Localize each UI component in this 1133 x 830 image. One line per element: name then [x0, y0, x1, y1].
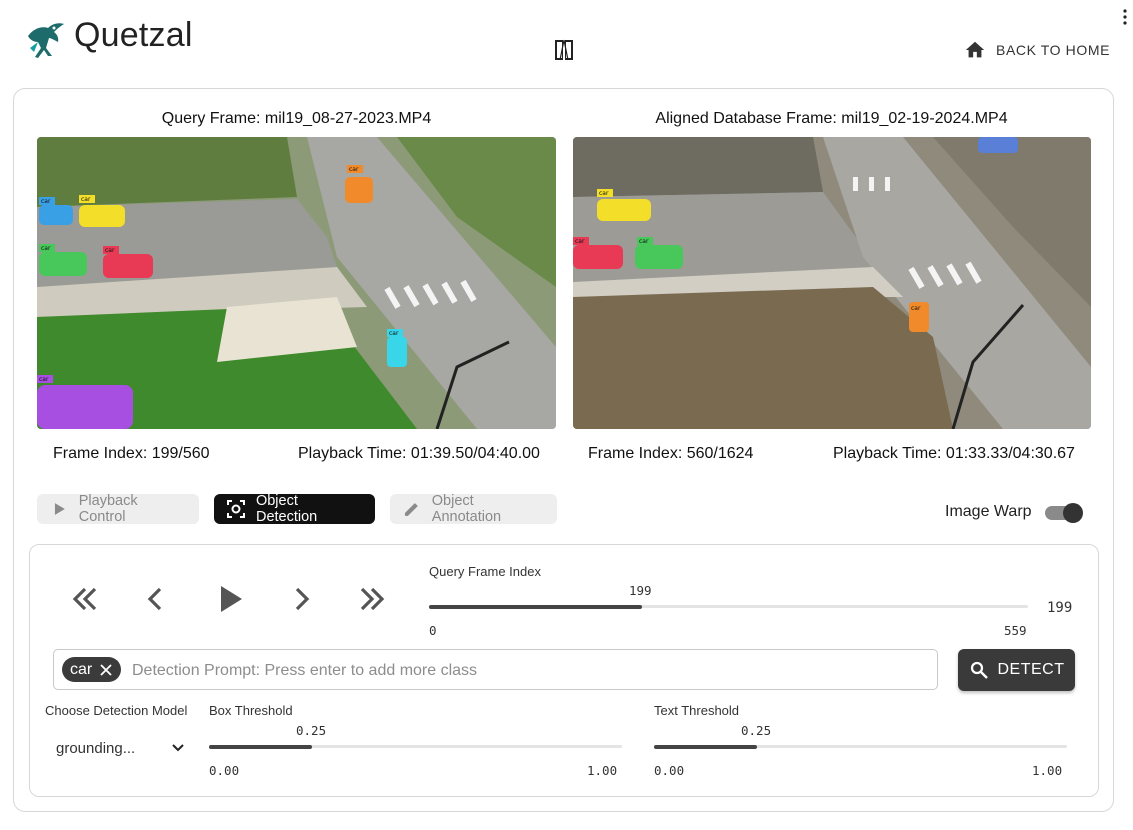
- fast-forward-button[interactable]: [354, 581, 390, 617]
- object-annotation-button[interactable]: Object Annotation: [390, 493, 557, 525]
- home-icon: [965, 41, 985, 58]
- det-label-q2: car: [81, 196, 91, 203]
- previous-frame-button[interactable]: [138, 581, 174, 617]
- class-chip-car[interactable]: car: [62, 657, 122, 682]
- detection-prompt-input[interactable]: [130, 650, 924, 691]
- play-button[interactable]: [212, 581, 248, 617]
- text-threshold-label: Text Threshold: [654, 703, 740, 718]
- query-frame-title: Query Frame: mil19_08-27-2023.MP4: [161, 110, 432, 127]
- image-warp-label: Image Warp: [945, 503, 1032, 520]
- query-car-cyan: [387, 337, 407, 367]
- query-car-yellow: [79, 205, 125, 227]
- center-focus-icon: [226, 500, 245, 518]
- quetzal-logo: [24, 18, 68, 60]
- query-playback-time: Playback Time: 01:39.50/04:40.00: [298, 445, 540, 462]
- det-label-q5: car: [349, 166, 359, 173]
- chevron-down-icon: [172, 744, 184, 752]
- database-frame-title: Aligned Database Frame: mil19_02-19-2024…: [655, 110, 1008, 127]
- query-frame-index: Frame Index: 199/560: [53, 445, 210, 462]
- box-threshold-fill[interactable]: [209, 745, 312, 749]
- model-label: Choose Detection Model: [45, 703, 188, 718]
- detection-prompt-field[interactable]: car: [53, 649, 938, 691]
- object-annotation-label: Object Annotation: [431, 493, 502, 525]
- back-to-home-label: BACK TO HOME: [996, 42, 1111, 58]
- fast-rewind-button[interactable]: [67, 581, 103, 617]
- next-frame-button[interactable]: [283, 581, 319, 617]
- play-arrow-icon: [221, 586, 242, 612]
- search-icon: [970, 661, 988, 679]
- swap-frames-icon[interactable]: [552, 38, 576, 62]
- det-label-q1: car: [41, 198, 51, 205]
- play-icon: [54, 503, 65, 515]
- query-car-red: [103, 254, 153, 278]
- box-threshold-min: 0.00: [209, 763, 240, 778]
- back-to-home-button[interactable]: BACK TO HOME: [964, 38, 1110, 62]
- text-threshold-min: 0.00: [654, 763, 685, 778]
- query-car-purple: [37, 385, 133, 429]
- database-frame-image: car car car car: [573, 137, 1091, 429]
- app-title: Quetzal: [74, 16, 193, 54]
- det-label-q7: car: [39, 376, 49, 383]
- query-frame-image: car car car car car car car: [37, 137, 556, 429]
- det-label-q4: car: [105, 247, 115, 254]
- frame-slider-max: 559: [1004, 623, 1027, 638]
- chevron-right-icon: [295, 587, 310, 611]
- playback-control-button[interactable]: Playback Control: [37, 493, 199, 525]
- model-select[interactable]: grounding...: [56, 736, 186, 760]
- det-label-d4: car: [911, 305, 921, 312]
- box-threshold-max: 1.00: [587, 763, 618, 778]
- edit-pencil-icon: [404, 503, 418, 516]
- detect-button[interactable]: DETECT: [958, 649, 1075, 691]
- frame-slider-value: 199: [629, 583, 652, 598]
- text-threshold-fill[interactable]: [654, 745, 757, 749]
- box-threshold-label: Box Threshold: [209, 703, 293, 718]
- det-label-q6: car: [389, 330, 399, 337]
- playback-control-label: Playback Control: [78, 493, 138, 525]
- det-label-d3: car: [639, 238, 649, 245]
- frame-index-display: 199: [1047, 600, 1073, 616]
- double-chevron-left-icon: [72, 587, 97, 611]
- database-playback-time: Playback Time: 01:33.33/04:30.67: [833, 445, 1075, 462]
- frame-slider-label: Query Frame Index: [429, 564, 541, 579]
- frame-slider-min: 0: [429, 623, 437, 638]
- chevron-left-icon: [147, 587, 162, 611]
- frame-slider-fill[interactable]: [429, 605, 642, 609]
- query-car-orange: [345, 177, 373, 203]
- double-chevron-right-icon: [360, 587, 385, 611]
- query-car-blue: [39, 205, 73, 225]
- close-icon[interactable]: [99, 663, 113, 677]
- more-vert-icon[interactable]: [1118, 8, 1132, 26]
- class-chip-label: car: [70, 660, 93, 678]
- query-car-green: [39, 252, 87, 276]
- image-warp-toggle[interactable]: [1045, 503, 1083, 523]
- box-threshold-value: 0.25: [296, 723, 327, 738]
- database-frame-index: Frame Index: 560/1624: [588, 445, 754, 462]
- det-label-d2: car: [575, 238, 585, 245]
- db-car-yellow: [597, 199, 651, 221]
- text-threshold-value: 0.25: [741, 723, 772, 738]
- db-car-green: [635, 245, 683, 269]
- model-selected-value: grounding...: [56, 739, 136, 757]
- text-threshold-max: 1.00: [1032, 763, 1063, 778]
- det-label-q3: car: [41, 245, 51, 252]
- object-detection-label: Object Detection: [255, 493, 318, 525]
- db-car-red: [573, 245, 623, 269]
- det-label-d1: car: [599, 190, 609, 197]
- detect-label: DETECT: [997, 661, 1065, 678]
- object-detection-button[interactable]: Object Detection: [214, 493, 375, 525]
